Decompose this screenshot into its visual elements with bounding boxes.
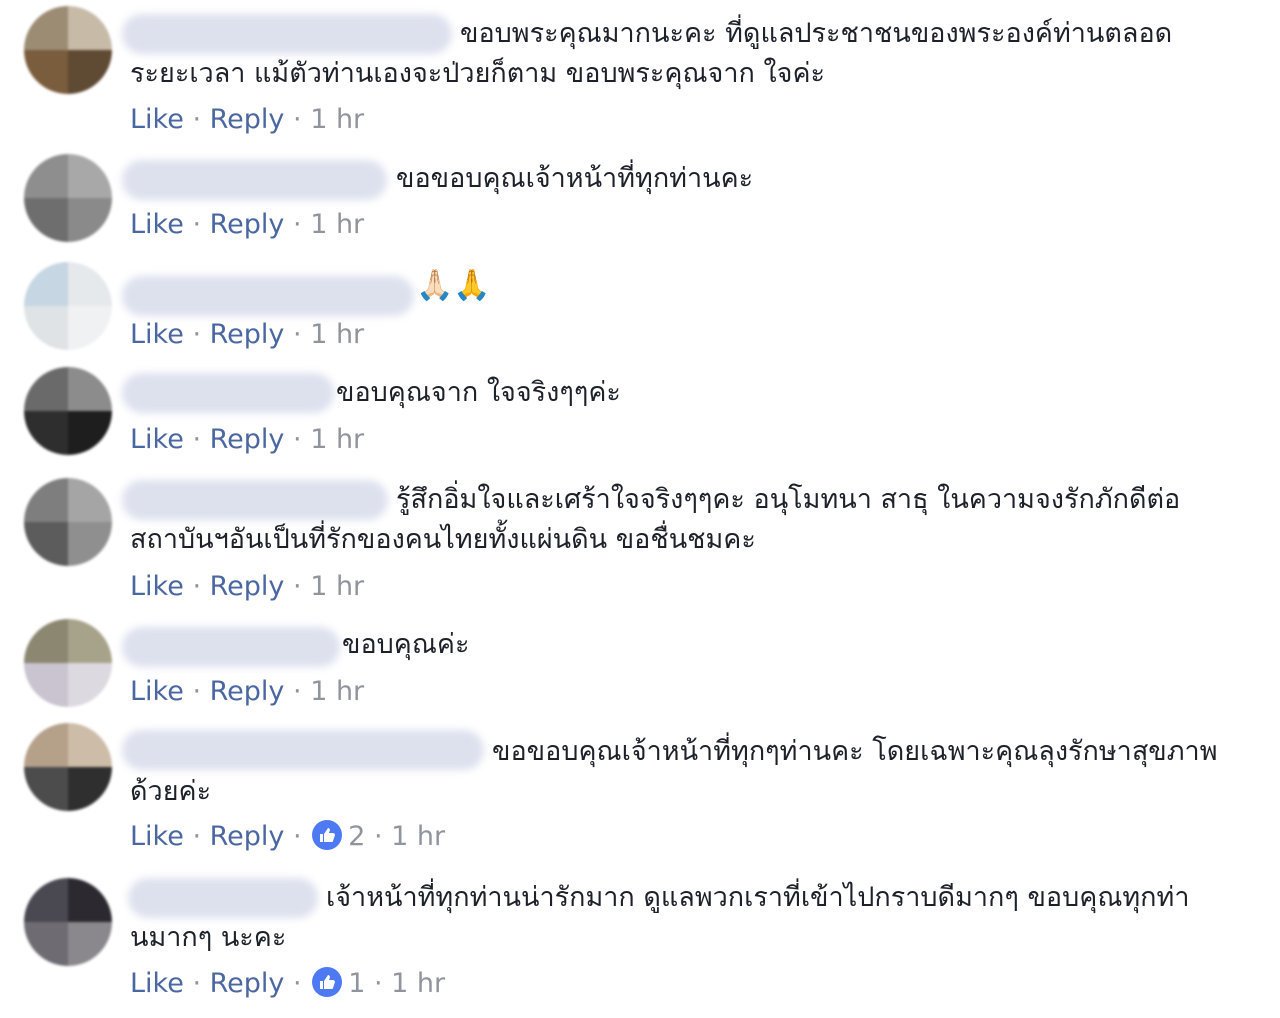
- thumbs-up-icon[interactable]: [312, 967, 343, 997]
- comment-text: ขอบคุณค่ะ: [342, 629, 470, 660]
- timestamp[interactable]: 1 hr: [310, 209, 364, 240]
- separator: ·: [192, 319, 202, 350]
- comment-actions: Like · Reply · 1 hr: [130, 102, 364, 138]
- avatar[interactable]: [24, 723, 112, 811]
- comment-text: ขอบพระคุณมากนะคะ ที่ดูแลประชาชนของพระองค…: [130, 18, 1173, 89]
- comment-actions: Like · Reply · 1 · 1 hr: [130, 966, 445, 1002]
- comment: ขอบพระคุณมากนะคะ ที่ดูแลประชาชนของพระองค…: [0, 0, 1280, 140]
- timestamp[interactable]: 1 hr: [391, 968, 445, 999]
- separator: ·: [373, 821, 383, 852]
- avatar[interactable]: [24, 262, 112, 350]
- comment: เจ้าหน้าที่ทุกท่านน่ารักมาก ดูแลพวกเราที…: [0, 866, 1280, 1016]
- comment-text: ขอขอบคุณเจ้าหน้าที่ทุกๆท่านคะ โดยเฉพาะคุ…: [130, 736, 1218, 807]
- separator: ·: [293, 676, 302, 707]
- reply-link[interactable]: Reply: [210, 424, 285, 455]
- avatar[interactable]: [24, 619, 112, 707]
- avatar[interactable]: [24, 154, 112, 242]
- thumbs-up-icon[interactable]: [312, 820, 343, 850]
- comment-actions: Like · Reply · 1 hr: [130, 207, 364, 243]
- comment-text: ขอขอบคุณเจ้าหน้าที่ทุกท่านคะ: [396, 163, 754, 194]
- separator: ·: [192, 676, 202, 707]
- comment-text: รู้สึกอิ่มใจและเศร้าใจจริงๆๆคะ อนุโมทนา …: [130, 484, 1181, 555]
- reply-link[interactable]: Reply: [210, 821, 285, 852]
- avatar[interactable]: [24, 478, 112, 566]
- avatar[interactable]: [24, 6, 112, 94]
- comment: 🙏🏻🙏 Like · Reply · 1 hr: [0, 260, 1280, 360]
- comment-actions: Like · Reply · 1 hr: [130, 674, 364, 710]
- avatar[interactable]: [24, 878, 112, 966]
- reply-link[interactable]: Reply: [210, 676, 285, 707]
- author-name[interactable]: [122, 276, 414, 316]
- comment: ขอขอบคุณเจ้าหน้าที่ทุกท่านคะ Like · Repl…: [0, 150, 1280, 250]
- author-name[interactable]: [122, 627, 340, 667]
- comment-text: 🙏🏻🙏: [416, 268, 491, 303]
- separator: ·: [293, 209, 302, 240]
- like-link[interactable]: Like: [130, 821, 184, 852]
- reaction-count[interactable]: 2: [348, 821, 365, 852]
- like-link[interactable]: Like: [130, 319, 184, 350]
- timestamp[interactable]: 1 hr: [310, 319, 364, 350]
- timestamp[interactable]: 1 hr: [310, 571, 364, 602]
- reply-link[interactable]: Reply: [210, 571, 285, 602]
- separator: ·: [293, 424, 302, 455]
- separator: ·: [192, 821, 202, 852]
- separator: ·: [373, 968, 383, 999]
- reply-link[interactable]: Reply: [210, 319, 285, 350]
- comment: ขอบคุณจาก ใจจริงๆๆค่ะ Like · Reply · 1 h…: [0, 365, 1280, 465]
- avatar[interactable]: [24, 367, 112, 455]
- comment-actions: Like · Reply · 2 · 1 hr: [130, 819, 445, 855]
- like-link[interactable]: Like: [130, 209, 184, 240]
- separator: ·: [192, 571, 202, 602]
- author-name[interactable]: [122, 373, 334, 413]
- comment-actions: Like · Reply · 1 hr: [130, 317, 364, 353]
- separator: ·: [192, 104, 202, 135]
- like-link[interactable]: Like: [130, 676, 184, 707]
- comment-actions: Like · Reply · 1 hr: [130, 569, 364, 605]
- separator: ·: [293, 571, 302, 602]
- separator: ·: [293, 968, 302, 999]
- comment-text: เจ้าหน้าที่ทุกท่านน่ารักมาก ดูแลพวกเราที…: [130, 882, 1190, 953]
- separator: ·: [293, 319, 302, 350]
- separator: ·: [293, 821, 302, 852]
- reply-link[interactable]: Reply: [210, 104, 285, 135]
- timestamp[interactable]: 1 hr: [310, 676, 364, 707]
- timestamp[interactable]: 1 hr: [391, 821, 445, 852]
- timestamp[interactable]: 1 hr: [310, 424, 364, 455]
- separator: ·: [192, 968, 202, 999]
- comment-actions: Like · Reply · 1 hr: [130, 422, 364, 458]
- reaction-count[interactable]: 1: [348, 968, 365, 999]
- like-link[interactable]: Like: [130, 104, 184, 135]
- comment: ขอบคุณค่ะ Like · Reply · 1 hr: [0, 615, 1280, 715]
- separator: ·: [293, 104, 302, 135]
- like-link[interactable]: Like: [130, 571, 184, 602]
- reply-link[interactable]: Reply: [210, 209, 285, 240]
- comment: รู้สึกอิ่มใจและเศร้าใจจริงๆๆคะ อนุโมทนา …: [0, 470, 1280, 610]
- comment-text: ขอบคุณจาก ใจจริงๆๆค่ะ: [336, 377, 621, 408]
- like-link[interactable]: Like: [130, 968, 184, 999]
- timestamp[interactable]: 1 hr: [310, 104, 364, 135]
- like-link[interactable]: Like: [130, 424, 184, 455]
- author-name[interactable]: [122, 160, 387, 200]
- comment: ขอขอบคุณเจ้าหน้าที่ทุกๆท่านคะ โดยเฉพาะคุ…: [0, 718, 1280, 858]
- separator: ·: [192, 209, 202, 240]
- reply-link[interactable]: Reply: [210, 968, 285, 999]
- separator: ·: [192, 424, 202, 455]
